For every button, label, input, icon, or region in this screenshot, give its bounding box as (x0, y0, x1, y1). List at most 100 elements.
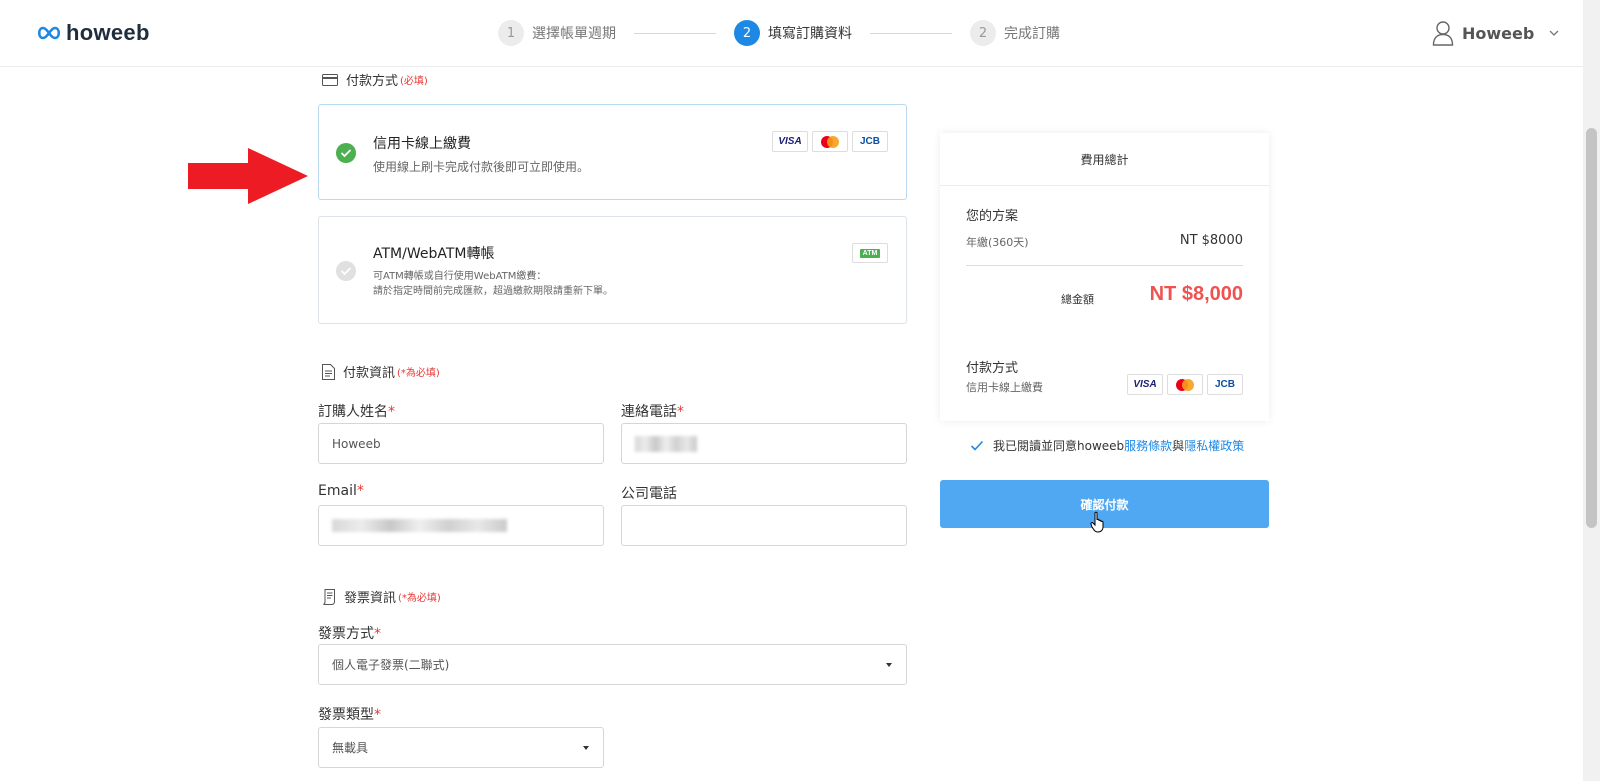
invoice-info-title: 發票資訊 (*為必填) (322, 587, 441, 606)
card-logos: VISA JCB (772, 131, 888, 152)
name-input[interactable]: Howeeb (318, 423, 604, 464)
invoice-method-label: 發票方式* (318, 626, 381, 642)
blurred-phone-value (635, 435, 697, 452)
step-connector (634, 32, 716, 34)
user-name: Howeeb (1462, 23, 1535, 43)
name-label-text: 訂購人姓名 (318, 404, 388, 420)
company-phone-input[interactable] (621, 505, 907, 546)
summary-payment-label: 付款方式 (966, 361, 1019, 376)
payment-method-label: 付款方式 (346, 74, 399, 89)
step-2: 2 填寫訂購資料 (734, 20, 852, 46)
caret-down-icon (583, 746, 589, 750)
chevron-down-icon (1549, 30, 1559, 36)
privacy-policy-link[interactable]: 隱私權政策 (1184, 439, 1244, 453)
email-input[interactable] (318, 505, 604, 546)
phone-input[interactable] (621, 423, 907, 464)
terms-prefix: 我已閱讀並同意howeeb (993, 439, 1125, 453)
payment-method-title: 付款方式 (必填) (322, 70, 428, 89)
mastercard-logo-icon (1167, 374, 1203, 395)
user-menu[interactable]: Howeeb (1432, 20, 1560, 46)
checkout-steps: 1 選擇帳單週期 2 填寫訂購資料 2 完成訂購 (498, 20, 1060, 46)
visa-logo-icon: VISA (1127, 374, 1163, 395)
summary-card-logos: VISA JCB (1127, 374, 1243, 395)
terms-checkbox[interactable] (969, 438, 985, 454)
terms-of-service-link[interactable]: 服務條款 (1124, 439, 1172, 453)
atm-badge: ATM (852, 243, 888, 263)
step-1: 1 選擇帳單週期 (498, 20, 616, 46)
phone-label-text: 連絡電話 (621, 404, 677, 420)
visa-logo-icon: VISA (772, 131, 808, 152)
credit-card-option-desc: 使用線上刷卡完成付款後即可立即使用。 (373, 160, 590, 174)
scrollbar-thumb[interactable] (1586, 128, 1597, 528)
terms-text: 我已閱讀並同意howeeb服務條款與隱私權政策 (993, 437, 1244, 454)
payment-option-atm[interactable]: ATM/WebATM轉帳 可ATM轉帳或自行使用WebATM繳費： 請於指定時間… (318, 216, 907, 324)
user-icon (1432, 21, 1454, 46)
step-3-label: 完成訂購 (1004, 26, 1060, 42)
jcb-logo-icon: JCB (852, 131, 888, 152)
name-label: 訂購人姓名* (318, 404, 395, 420)
step-2-label: 填寫訂購資料 (768, 26, 852, 42)
mastercard-logo-icon (812, 131, 848, 152)
invoice-method-select[interactable]: 個人電子發票(二聯式) (318, 644, 907, 685)
plan-label: 您的方案 (966, 209, 1019, 224)
email-label-text: Email (318, 483, 357, 499)
summary-divider (966, 265, 1243, 266)
payment-option-credit-card[interactable]: 信用卡線上繳費 使用線上刷卡完成付款後即可立即使用。 VISA JCB (318, 104, 907, 200)
invoice-method-value: 個人電子發票(二聯式) (332, 658, 450, 672)
checkmark-icon (970, 440, 984, 451)
required-note: (*為必填) (398, 593, 441, 604)
invoice-info-label: 發票資訊 (344, 591, 397, 606)
step-3-number: 2 (970, 20, 996, 46)
blurred-email-value (332, 519, 507, 532)
receipt-icon (323, 588, 335, 605)
terms-and: 與 (1172, 439, 1185, 453)
invoice-type-value: 無載具 (332, 741, 369, 755)
step-3: 2 完成訂購 (970, 20, 1060, 46)
jcb-logo-text: JCB (1214, 379, 1235, 390)
step-2-number: 2 (734, 20, 760, 46)
visa-logo-text: VISA (778, 136, 802, 147)
infinity-logo-icon (37, 26, 61, 40)
plan-name: 年繳(360天) (966, 236, 1029, 249)
invoice-type-label-text: 發票類型 (318, 707, 374, 723)
logo[interactable]: howeeb (36, 20, 150, 46)
total-amount: NT $8,000 (1149, 283, 1243, 305)
required-note: (*為必填) (397, 368, 440, 379)
name-input-value: Howeeb (332, 436, 381, 451)
visa-logo-text: VISA (1133, 379, 1157, 390)
atm-option-desc-line1: 可ATM轉帳或自行使用WebATM繳費： (373, 271, 547, 282)
credit-card-option-title: 信用卡線上繳費 (373, 136, 471, 152)
invoice-type-select[interactable]: 無載具 (318, 727, 604, 768)
plan-price: NT $8000 (1179, 233, 1243, 248)
email-label: Email* (318, 483, 364, 499)
document-icon (322, 363, 335, 380)
jcb-logo-text: JCB (859, 136, 880, 147)
credit-card-icon (322, 73, 338, 86)
summary-payment-value: 信用卡線上繳費 (966, 381, 1043, 394)
terms-agreement: 我已閱讀並同意howeeb服務條款與隱私權政策 (969, 437, 1244, 454)
total-label: 總金額 (1061, 293, 1094, 306)
atm-option-desc-line2: 請於指定時間前完成匯款，超過繳款期限請重新下單。 (373, 286, 613, 297)
payer-info-title: 付款資訊 (*為必填) (322, 362, 440, 381)
atm-badge-text: ATM (859, 248, 881, 258)
logo-text: howeeb (66, 20, 150, 45)
atm-option-title: ATM/WebATM轉帳 (373, 246, 495, 262)
company-phone-label: 公司電話 (621, 486, 677, 502)
payer-info-label: 付款資訊 (343, 366, 396, 381)
summary-title: 費用總計 (940, 133, 1269, 186)
unselected-check-icon (336, 261, 356, 281)
required-note: (必填) (400, 76, 428, 87)
phone-label: 連絡電話* (621, 404, 684, 420)
jcb-logo-icon: JCB (1207, 374, 1243, 395)
selected-check-icon (336, 143, 356, 163)
invoice-type-label: 發票類型* (318, 707, 381, 723)
step-1-number: 1 (498, 20, 524, 46)
caret-down-icon (886, 663, 892, 667)
red-arrow-icon (188, 148, 308, 204)
step-connector (870, 32, 952, 34)
step-1-label: 選擇帳單週期 (532, 26, 616, 42)
order-summary-panel: 費用總計 您的方案 年繳(360天) NT $8000 總金額 NT $8,00… (940, 133, 1269, 421)
top-header: howeeb 1 選擇帳單週期 2 填寫訂購資料 2 完成訂購 Howeeb (0, 0, 1583, 67)
scrollbar[interactable] (1583, 0, 1600, 781)
invoice-method-label-text: 發票方式 (318, 626, 374, 642)
